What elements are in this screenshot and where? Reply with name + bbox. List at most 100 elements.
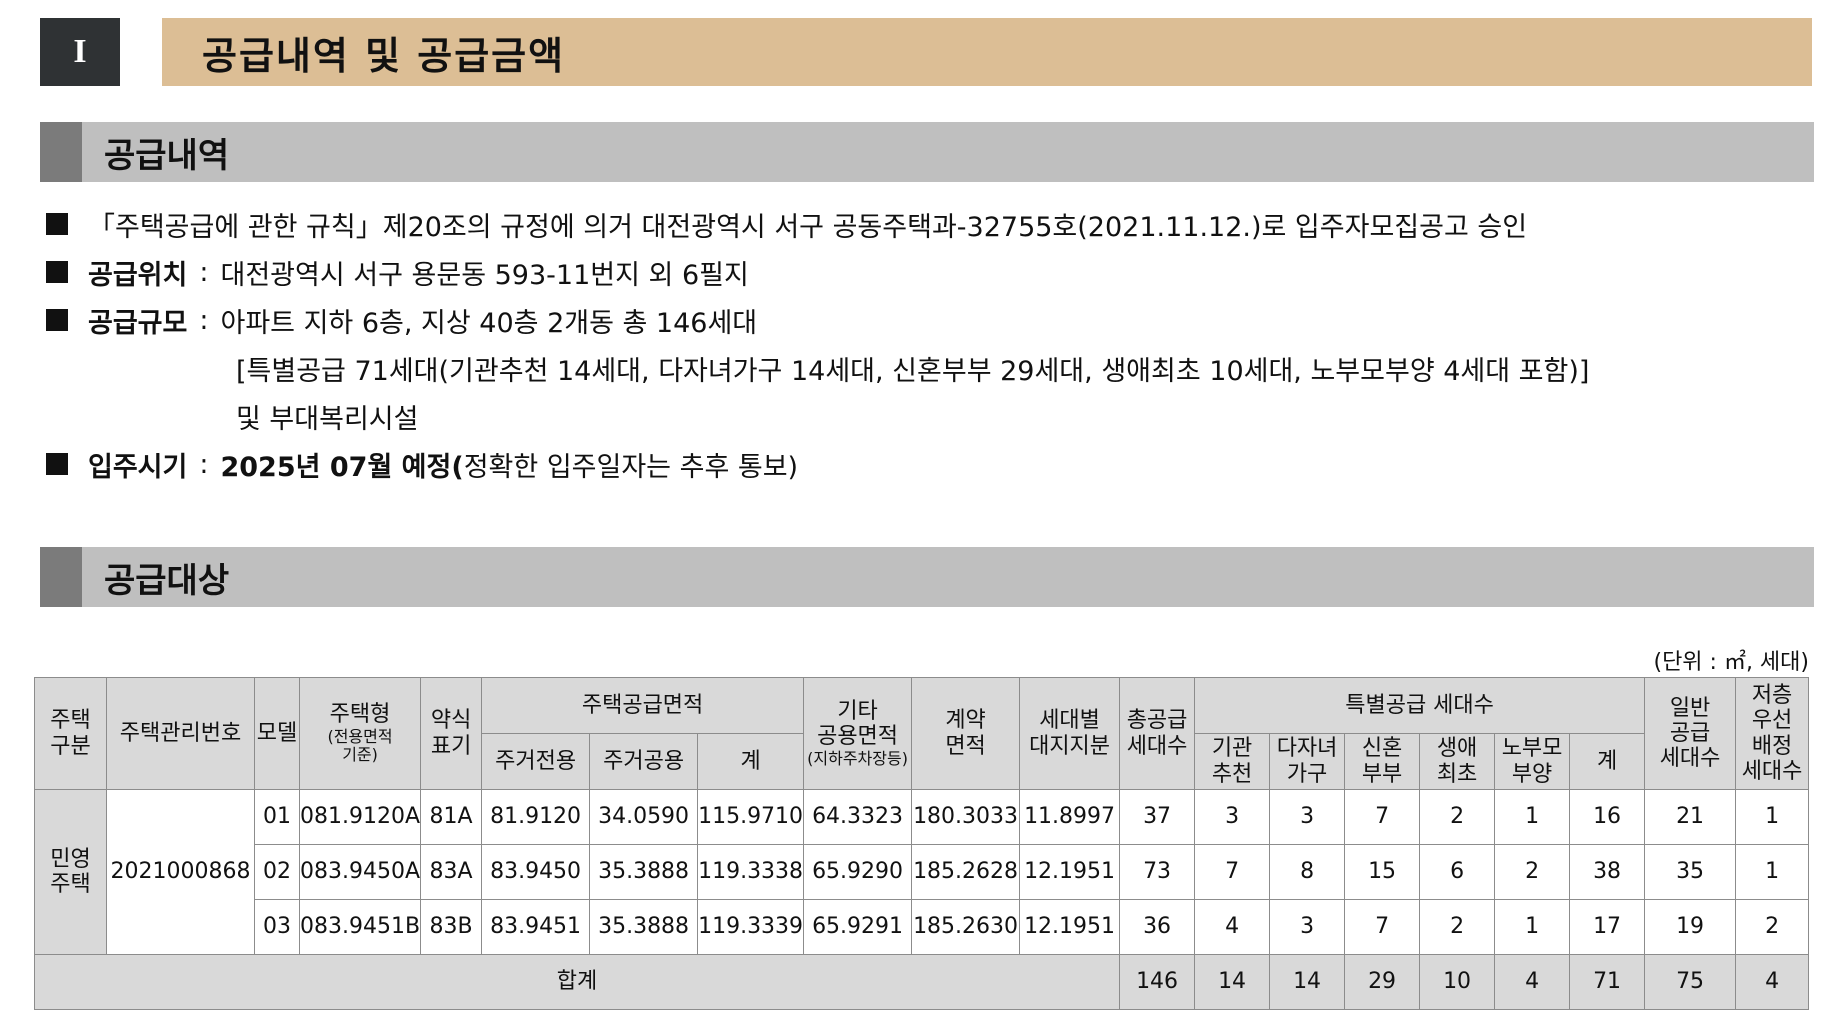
section-title: 공급내역 [104,135,230,176]
cell-model: 03 [254,899,300,955]
section-title: 공급대상 [104,560,230,601]
cell-elderly: 4 [1494,954,1571,1010]
cell-special-sum: 71 [1569,954,1646,1010]
movein-note: 정확한 입주일자는 추후 통보) [463,451,799,483]
info-scale: 공급규모 : 아파트 지하 6층, 지상 40층 2개동 총 146세대 [46,296,1806,344]
cell-common: 34.0590 [589,789,699,845]
table-header-row: 주택 구분 주택관리번호 모델 주택형 (전용면적 기준) 약식 표기 주택공급면… [34,677,1810,790]
th-institution: 기관 추천 [1194,733,1271,790]
location-value: 대전광역시 서구 용문동 593-11번지 외 6필지 [220,259,749,291]
bullet-square-icon [46,309,68,331]
table-total-row: 합계 146 14 14 29 10 4 71 75 4 [33,954,1810,1010]
scale-value: 아파트 지하 6층, 지상 40층 2개동 총 146세대 [220,307,758,339]
cell-area-sum: 119.3338 [697,844,805,900]
cell-exclusive: 81.9120 [481,789,591,845]
th-area-sum: 계 [697,733,805,790]
scale-detail: [특별공급 71세대(기관추천 14세대, 다자녀가구 14세대, 신혼부부 2… [236,355,1590,387]
cell-total-label: 합계 [33,954,1121,1010]
cell-management-number: 2021000868 [106,789,255,955]
th-special-units: 특별공급 세대수 [1194,677,1646,734]
cell-elderly: 1 [1494,789,1571,845]
th-common: 주거공용 [589,733,699,790]
movein-key: 입주시기 [88,451,188,483]
cell-common: 35.3888 [589,899,699,955]
cell-contract: 185.2628 [911,844,1021,900]
cell-general: 35 [1644,844,1737,900]
th-land-share: 세대별 대지지분 [1019,677,1121,790]
th-first-home: 생애 최초 [1419,733,1496,790]
cell-multi-child: 3 [1269,789,1346,845]
cell-low-floor: 1 [1735,789,1810,845]
cell-multi-child: 8 [1269,844,1346,900]
cell-elderly: 1 [1494,899,1571,955]
bullet-square-icon [46,261,68,283]
cell-contract: 180.3033 [911,789,1021,845]
info-scale-line2: [특별공급 71세대(기관추천 14세대, 다자녀가구 14세대, 신혼부부 2… [46,344,1806,392]
section-header-supply-target: 공급대상 [40,547,1814,607]
page-title-bar: 공급내역 및 공급금액 [162,18,1812,86]
colon: : [199,448,209,480]
th-multi-child: 다자녀 가구 [1269,733,1346,790]
cell-abbr: 81A [420,789,483,845]
cell-type: 083.9451B [298,899,422,955]
section-number-badge: I [40,18,120,86]
th-other-common-area: 기타 공용면적 (지하주차장등) [803,677,913,790]
cell-total: 146 [1119,954,1196,1010]
table-row: 03 083.9451B 83B 83.9451 35.3888 119.333… [35,899,1810,955]
cell-multi-child: 3 [1269,899,1346,955]
cell-total: 73 [1119,844,1196,900]
cell-institution: 3 [1194,789,1271,845]
table-row: 02 083.9450A 83A 83.9450 35.3888 119.333… [35,844,1810,900]
cell-first-home: 10 [1419,954,1496,1010]
info-movein: 입주시기 : 2025년 07월 예정( 정확한 입주일자는 추후 통보) [46,440,1806,488]
approval-text: 「주택공급에 관한 규칙」제20조의 규정에 의거 대전광역시 서구 공동주택과… [88,211,1528,243]
cell-newlywed: 7 [1344,899,1421,955]
cell-first-home: 6 [1419,844,1496,900]
cell-low-floor: 2 [1735,899,1810,955]
scale-key: 공급규모 [88,307,188,339]
th-management-number: 주택관리번호 [106,677,255,790]
cell-general: 21 [1644,789,1737,845]
cell-institution: 14 [1194,954,1271,1010]
cell-total: 36 [1119,899,1196,955]
location-key: 공급위치 [88,259,188,291]
bullet-square-icon [46,213,68,235]
cell-model: 02 [254,844,300,900]
supply-info-list: 「주택공급에 관한 규칙」제20조의 규정에 의거 대전광역시 서구 공동주택과… [46,200,1806,488]
cell-land-share: 11.8997 [1019,789,1121,845]
th-abbreviation: 약식 표기 [420,677,483,790]
th-exclusive: 주거전용 [481,733,591,790]
cell-low-floor: 1 [1735,844,1810,900]
section-header-supply-details: 공급내역 [40,122,1814,182]
th-elderly: 노부모 부양 [1494,733,1571,790]
cell-elderly: 2 [1494,844,1571,900]
bullet-square-icon [46,453,68,475]
th-total-units: 총공급 세대수 [1119,677,1196,790]
colon: : [199,304,209,336]
cell-special-sum: 16 [1569,789,1646,845]
scale-facilities: 및 부대복리시설 [236,403,419,435]
cell-total: 37 [1119,789,1196,845]
page-title: 공급내역 및 공급금액 [202,33,566,78]
cell-model: 01 [254,789,300,845]
cell-institution: 7 [1194,844,1271,900]
cell-contract: 185.2630 [911,899,1021,955]
cell-land-share: 12.1951 [1019,899,1121,955]
cell-exclusive: 83.9450 [481,844,591,900]
cell-first-home: 2 [1419,789,1496,845]
cell-general: 75 [1644,954,1737,1010]
th-housing-type: 주택형 (전용면적 기준) [298,677,422,790]
cell-special-sum: 38 [1569,844,1646,900]
cell-type: 083.9450A [298,844,422,900]
cell-exclusive: 83.9451 [481,899,591,955]
th-contract-area: 계약 면적 [911,677,1021,790]
cell-common: 35.3888 [589,844,699,900]
th-model: 모델 [254,677,300,790]
cell-first-home: 2 [1419,899,1496,955]
cell-low-floor: 4 [1735,954,1810,1010]
cell-type: 081.9120A [298,789,422,845]
section-accent [40,122,82,182]
cell-category: 민영 주택 [34,789,107,955]
th-special-sum: 계 [1569,733,1646,790]
info-scale-line3: 및 부대복리시설 [46,392,1806,440]
